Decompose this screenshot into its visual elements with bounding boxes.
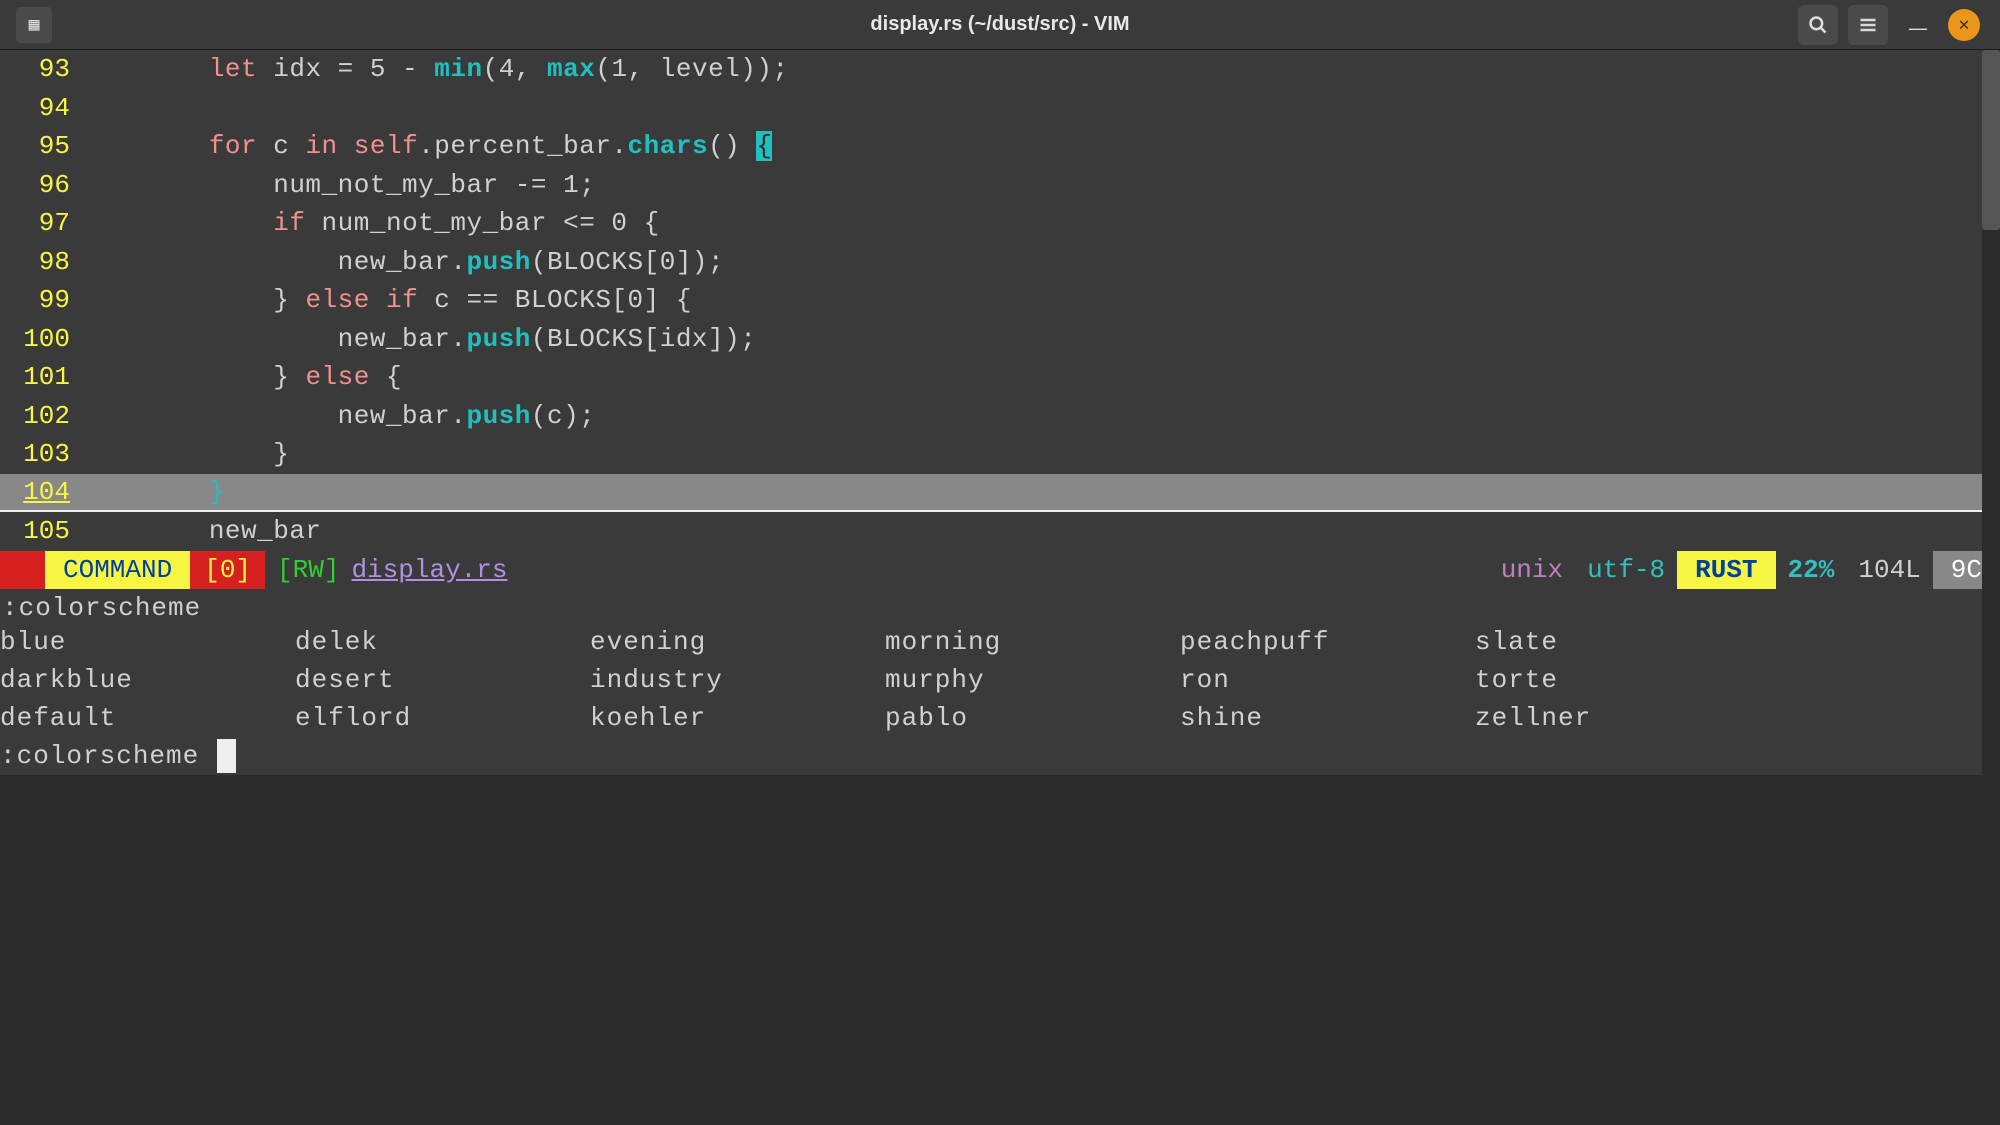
command-input-text: :colorscheme [0,741,199,771]
command-label: :colorscheme [0,593,2000,623]
scrollbar-thumb[interactable] [1982,50,2000,230]
completion-item[interactable]: torte [1475,661,1770,699]
menu-icon[interactable] [1848,5,1888,45]
line-number: 98 [0,247,80,277]
completion-item[interactable]: zellner [1475,699,1770,737]
search-icon[interactable] [1798,5,1838,45]
status-register: [0] [190,551,265,589]
code-line[interactable]: 101 } else { [0,358,2000,397]
completion-item[interactable]: ron [1180,661,1475,699]
code-content: new_bar.push(c); [80,401,2000,431]
code-content: } else { [80,362,2000,392]
status-percent: 22% [1776,555,1847,585]
code-content: let idx = 5 - min(4, max(1, level)); [80,54,2000,84]
line-number: 96 [0,170,80,200]
code-content: for c in self.percent_bar.chars() { [80,131,2000,161]
code-line[interactable]: 98 new_bar.push(BLOCKS[0]); [0,243,2000,282]
completion-list: bluedarkbluedefaultdelekdesertelflordeve… [0,623,2000,737]
completion-item[interactable]: shine [1180,699,1475,737]
code-line[interactable]: 102 new_bar.push(c); [0,397,2000,436]
status-mode: COMMAND [45,551,190,589]
code-line[interactable]: 93 let idx = 5 - min(4, max(1, level)); [0,50,2000,89]
code-content: } [80,477,2000,507]
completion-item[interactable]: darkblue [0,661,295,699]
code-line[interactable]: 94 [0,89,2000,128]
code-line[interactable]: 97 if num_not_my_bar <= 0 { [0,204,2000,243]
completion-item[interactable]: default [0,699,295,737]
code-line[interactable]: 96 num_not_my_bar -= 1; [0,166,2000,205]
line-number: 102 [0,401,80,431]
code-line[interactable]: 104 } [0,474,2000,513]
status-filetype: RUST [1677,551,1775,589]
code-line[interactable]: 95 for c in self.percent_bar.chars() { [0,127,2000,166]
cursor [217,739,236,773]
line-number: 103 [0,439,80,469]
code-line[interactable]: 105 new_bar [0,512,2000,551]
line-number: 105 [0,516,80,546]
titlebar: ▦ display.rs (~/dust/src) - VIM _ ✕ [0,0,2000,50]
editor-pane[interactable]: 93 let idx = 5 - min(4, max(1, level));9… [0,50,2000,551]
line-number: 97 [0,208,80,238]
completion-item[interactable]: evening [590,623,885,661]
line-number: 93 [0,54,80,84]
completion-item[interactable]: elflord [295,699,590,737]
status-flag [0,551,45,589]
minimize-button[interactable]: _ [1898,5,1938,45]
code-content: new_bar [80,516,2000,546]
status-filename: display.rs [351,555,507,585]
completion-item[interactable]: peachpuff [1180,623,1475,661]
completion-item[interactable]: murphy [885,661,1180,699]
command-area: :colorscheme bluedarkbluedefaultdelekdes… [0,589,2000,775]
line-number: 99 [0,285,80,315]
line-number: 104 [0,477,80,507]
window-title: display.rs (~/dust/src) - VIM [870,13,1129,36]
code-content: new_bar.push(BLOCKS[idx]); [80,324,2000,354]
completion-item[interactable]: slate [1475,623,1770,661]
line-number: 95 [0,131,80,161]
completion-item[interactable]: pablo [885,699,1180,737]
code-content: new_bar.push(BLOCKS[0]); [80,247,2000,277]
completion-item[interactable]: desert [295,661,590,699]
status-encoding: utf-8 [1575,555,1677,585]
scrollbar[interactable] [1982,50,2000,790]
code-content: } else if c == BLOCKS[0] { [80,285,2000,315]
statusline: COMMAND [0] [RW] display.rs unix utf-8 R… [0,551,2000,589]
status-linecount: 104L [1846,555,1932,585]
line-number: 101 [0,362,80,392]
line-number: 100 [0,324,80,354]
completion-item[interactable]: morning [885,623,1180,661]
code-content: if num_not_my_bar <= 0 { [80,208,2000,238]
code-content: } [80,439,2000,469]
code-content: num_not_my_bar -= 1; [80,170,2000,200]
close-button[interactable]: ✕ [1948,9,1980,41]
line-number: 94 [0,93,80,123]
status-rw: [RW] [265,555,351,585]
code-line[interactable]: 99 } else if c == BLOCKS[0] { [0,281,2000,320]
status-fileformat: unix [1489,555,1575,585]
completion-item[interactable]: industry [590,661,885,699]
code-line[interactable]: 103 } [0,435,2000,474]
completion-item[interactable]: blue [0,623,295,661]
command-line[interactable]: :colorscheme [0,737,2000,775]
code-line[interactable]: 100 new_bar.push(BLOCKS[idx]); [0,320,2000,359]
completion-item[interactable]: delek [295,623,590,661]
app-icon[interactable]: ▦ [16,7,52,43]
completion-item[interactable]: koehler [590,699,885,737]
